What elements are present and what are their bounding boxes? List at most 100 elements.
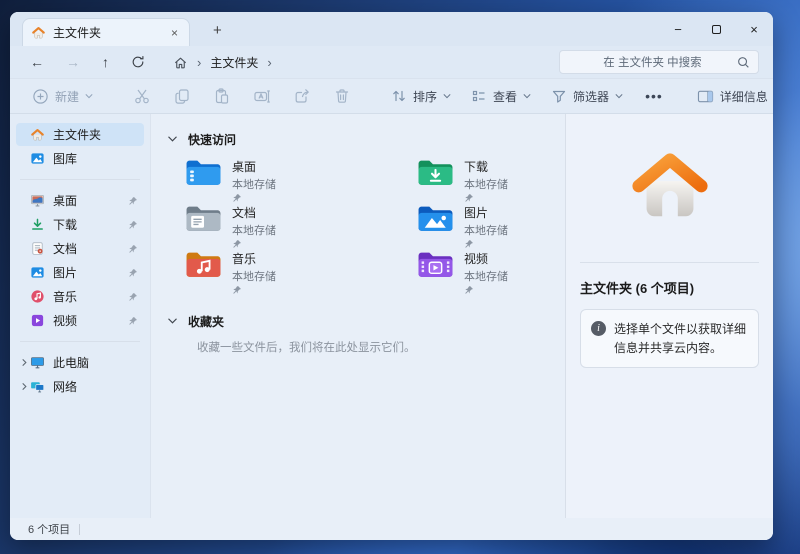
chevron-down-icon — [615, 93, 623, 99]
cut-button[interactable] — [129, 84, 155, 108]
navigation-sidebar: 主文件夹 图库 桌面 下载 — [10, 114, 150, 518]
forward-button[interactable]: → — [66, 55, 80, 69]
share-icon — [293, 87, 311, 105]
new-button[interactable]: 新建 — [28, 85, 97, 108]
sort-button[interactable]: 排序 — [387, 85, 455, 108]
documents-folder-icon — [185, 204, 222, 233]
tile-storage-label: 本地存储 — [232, 176, 276, 192]
refresh-button[interactable] — [131, 55, 145, 69]
breadcrumb-item-home[interactable]: 主文件夹 — [210, 54, 258, 71]
sidebar-item-label: 网络 — [53, 378, 77, 395]
chevron-down-icon — [85, 93, 93, 99]
navigation-bar: ← → ↑ › 主文件夹 › 在 主文件夹 中搜索 — [10, 46, 773, 78]
paste-button[interactable] — [209, 84, 235, 108]
chevron-right-icon[interactable] — [18, 382, 30, 391]
chevron-down-icon — [443, 93, 451, 99]
sort-button-label: 排序 — [413, 88, 437, 105]
home-icon — [30, 127, 45, 142]
details-info-box: i 选择单个文件以获取详细信息并共享云内容。 — [580, 309, 759, 368]
sidebar-item-documents[interactable]: 文档 — [16, 237, 144, 260]
pin-icon — [464, 285, 508, 295]
videos-icon — [30, 313, 45, 328]
sidebar-item-label: 图片 — [53, 264, 77, 281]
details-pane: 主文件夹 (6 个项目) i 选择单个文件以获取详细信息并共享云内容。 — [565, 114, 773, 518]
maximize-icon — [712, 25, 721, 34]
view-icon — [471, 88, 487, 104]
quick-access-header[interactable]: 快速访问 — [165, 128, 565, 150]
chevron-right-icon[interactable] — [18, 358, 30, 367]
favorites-header[interactable]: 收藏夹 — [165, 310, 565, 332]
minimize-button[interactable]: − — [659, 12, 697, 46]
network-icon — [30, 379, 45, 394]
tile-downloads[interactable]: 下载 本地存储 — [417, 158, 565, 204]
tile-music[interactable]: 音乐 本地存储 — [185, 250, 417, 296]
up-button[interactable]: ↑ — [102, 55, 109, 69]
new-tab-button[interactable]: + — [206, 22, 229, 39]
sidebar-divider — [20, 341, 140, 342]
sidebar-item-label: 视频 — [53, 312, 77, 329]
pin-icon — [232, 193, 276, 203]
back-button[interactable]: ← — [30, 55, 44, 69]
sidebar-item-downloads[interactable]: 下载 — [16, 213, 144, 236]
sidebar-item-label: 图库 — [53, 150, 77, 167]
details-pane-toggle[interactable]: 详细信息 — [693, 85, 772, 108]
more-button[interactable]: ••• — [639, 88, 669, 104]
pin-icon — [232, 239, 276, 249]
this-pc-icon — [30, 355, 45, 370]
tab-close-icon[interactable]: × — [168, 26, 181, 40]
downloads-folder-icon — [417, 158, 454, 187]
videos-folder-icon — [417, 250, 454, 279]
favorites-empty-text: 收藏一些文件后，我们将在此处显示它们。 — [197, 339, 565, 355]
status-bar: 6 个项目 — [10, 518, 773, 540]
home-icon — [31, 25, 46, 40]
info-icon: i — [591, 321, 606, 336]
sidebar-item-desktop[interactable]: 桌面 — [16, 189, 144, 212]
pictures-icon — [30, 265, 45, 280]
view-button-label: 查看 — [493, 88, 517, 105]
pin-icon — [128, 244, 138, 254]
tile-videos[interactable]: 视频 本地存储 — [417, 250, 565, 296]
tile-pictures[interactable]: 图片 本地存储 — [417, 204, 565, 250]
downloads-icon — [30, 217, 45, 232]
share-button[interactable] — [289, 84, 315, 108]
sidebar-item-label: 文档 — [53, 240, 77, 257]
rename-button[interactable] — [249, 84, 275, 108]
sidebar-item-gallery[interactable]: 图库 — [16, 147, 144, 170]
filter-icon — [551, 88, 567, 104]
breadcrumb-home-icon[interactable] — [173, 55, 188, 70]
sidebar-item-home[interactable]: 主文件夹 — [16, 123, 144, 146]
file-explorer-window: 主文件夹 × + − × ← → ↑ › 主文件夹 › 在 主文件夹 中搜索 — [10, 12, 773, 540]
maximize-button[interactable] — [697, 12, 735, 46]
new-button-label: 新建 — [55, 88, 79, 105]
tile-desktop[interactable]: 桌面 本地存储 — [185, 158, 417, 204]
sidebar-item-pictures[interactable]: 图片 — [16, 261, 144, 284]
sidebar-item-music[interactable]: 音乐 — [16, 285, 144, 308]
pin-icon — [464, 239, 508, 249]
tab-home-folder[interactable]: 主文件夹 × — [22, 18, 190, 46]
section-title: 收藏夹 — [188, 313, 224, 330]
desktop-folder-icon — [185, 158, 222, 187]
sidebar-item-this-pc[interactable]: 此电脑 — [16, 351, 144, 374]
copy-button[interactable] — [169, 84, 195, 108]
pin-icon — [464, 193, 508, 203]
details-info-text: 选择单个文件以获取详细信息并共享云内容。 — [614, 320, 748, 357]
pin-icon — [128, 220, 138, 230]
window-controls: − × — [659, 12, 773, 46]
tile-documents[interactable]: 文档 本地存储 — [185, 204, 417, 250]
sidebar-item-network[interactable]: 网络 — [16, 375, 144, 398]
section-title: 快速访问 — [188, 131, 236, 148]
view-button[interactable]: 查看 — [467, 85, 535, 108]
details-panel-icon — [697, 89, 714, 104]
filter-button[interactable]: 筛选器 — [547, 85, 627, 108]
breadcrumb-chevron-icon: › — [267, 55, 271, 70]
sidebar-item-label: 桌面 — [53, 192, 77, 209]
delete-button[interactable] — [329, 84, 355, 108]
search-icon — [737, 56, 750, 69]
tile-storage-label: 本地存储 — [232, 222, 276, 238]
sidebar-item-label: 音乐 — [53, 288, 77, 305]
tab-title: 主文件夹 — [53, 24, 161, 41]
close-button[interactable]: × — [735, 12, 773, 46]
tab-bar: 主文件夹 × + − × — [10, 12, 773, 46]
search-input[interactable]: 在 主文件夹 中搜索 — [559, 50, 759, 74]
sidebar-item-videos[interactable]: 视频 — [16, 309, 144, 332]
